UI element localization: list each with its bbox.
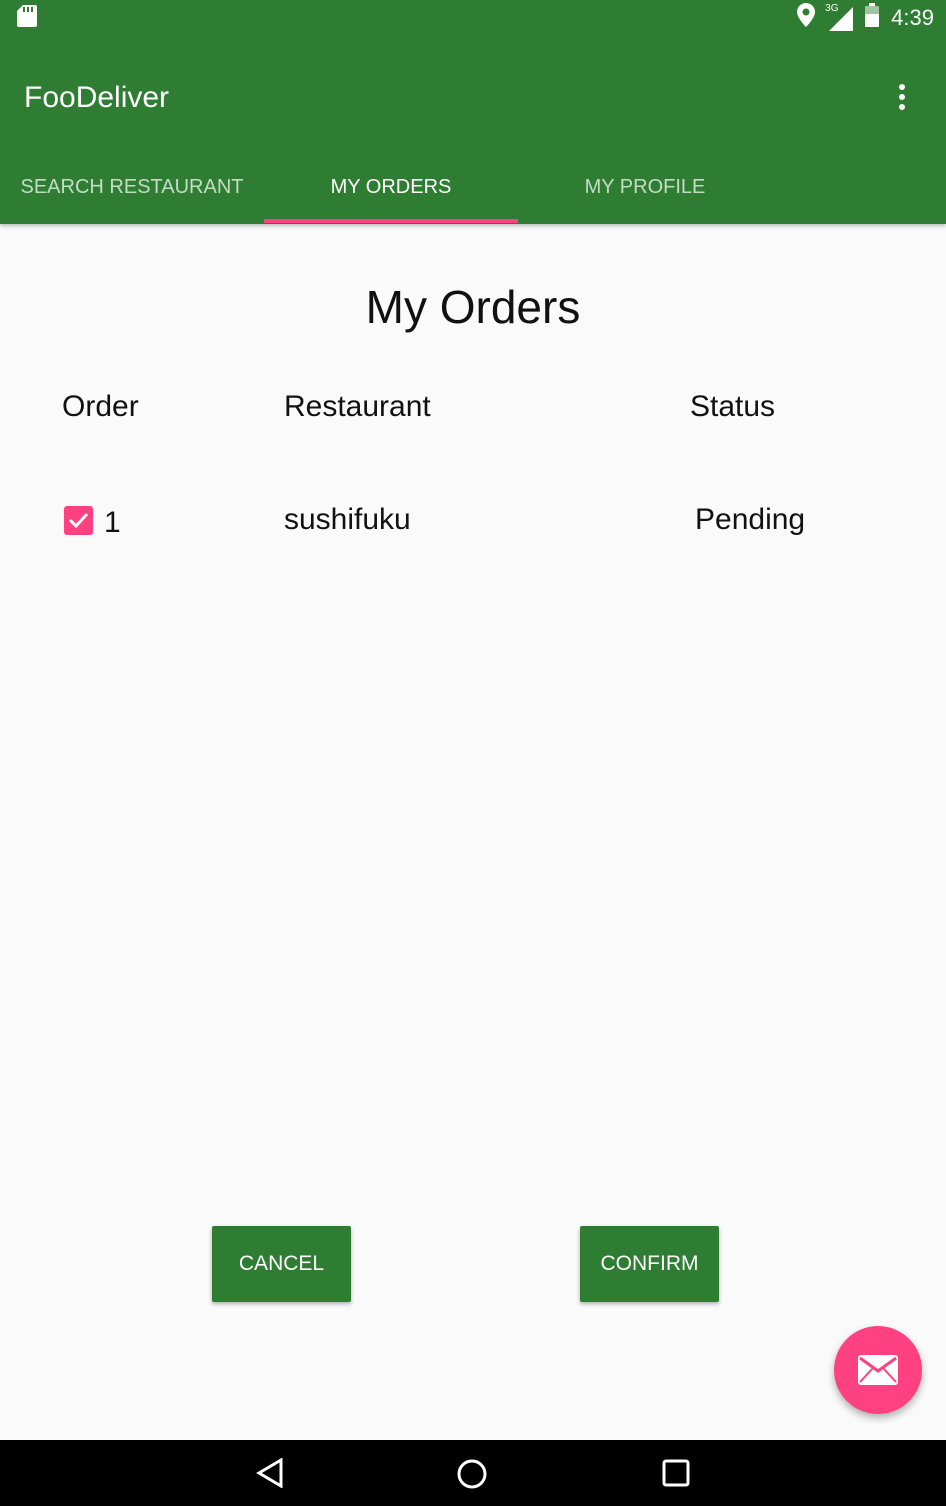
- battery-icon: [865, 3, 880, 32]
- order-status: Pending: [695, 503, 806, 536]
- app-bar: FooDeliver SEARCH RESTAURANT MY ORDERS M…: [0, 33, 946, 224]
- back-icon[interactable]: [256, 1457, 284, 1493]
- signal-icon: 3G: [825, 3, 854, 31]
- column-header-restaurant: Restaurant: [284, 390, 431, 423]
- navigation-bar: [0, 1440, 946, 1506]
- page-title: My Orders: [365, 281, 581, 333]
- tab-bar: SEARCH RESTAURANT MY ORDERS MY PROFILE: [0, 153, 946, 224]
- status-time: 4:39: [891, 4, 934, 30]
- tab-my-profile[interactable]: MY PROFILE: [518, 153, 772, 224]
- sd-card-icon: [17, 5, 37, 32]
- check-icon: [68, 512, 89, 529]
- more-vert-icon[interactable]: [890, 81, 914, 117]
- mail-icon: [858, 1355, 898, 1385]
- order-number: 1: [104, 506, 121, 539]
- cancel-button[interactable]: CANCEL: [212, 1226, 351, 1302]
- tab-indicator: [264, 219, 518, 223]
- status-bar: 3G 4:39: [0, 0, 946, 33]
- recents-icon[interactable]: [662, 1458, 690, 1493]
- home-icon[interactable]: [456, 1458, 488, 1495]
- column-header-order: Order: [62, 390, 139, 423]
- order-checkbox[interactable]: [64, 506, 93, 535]
- confirm-button[interactable]: CONFIRM: [580, 1226, 719, 1302]
- mail-fab-button[interactable]: [834, 1326, 922, 1414]
- location-icon: [797, 3, 816, 32]
- column-header-status: Status: [690, 390, 776, 423]
- app-title: FooDeliver: [24, 81, 170, 114]
- restaurant-name: sushifuku: [284, 503, 411, 536]
- tab-my-orders[interactable]: MY ORDERS: [264, 153, 518, 224]
- tab-search-restaurant[interactable]: SEARCH RESTAURANT: [0, 153, 264, 224]
